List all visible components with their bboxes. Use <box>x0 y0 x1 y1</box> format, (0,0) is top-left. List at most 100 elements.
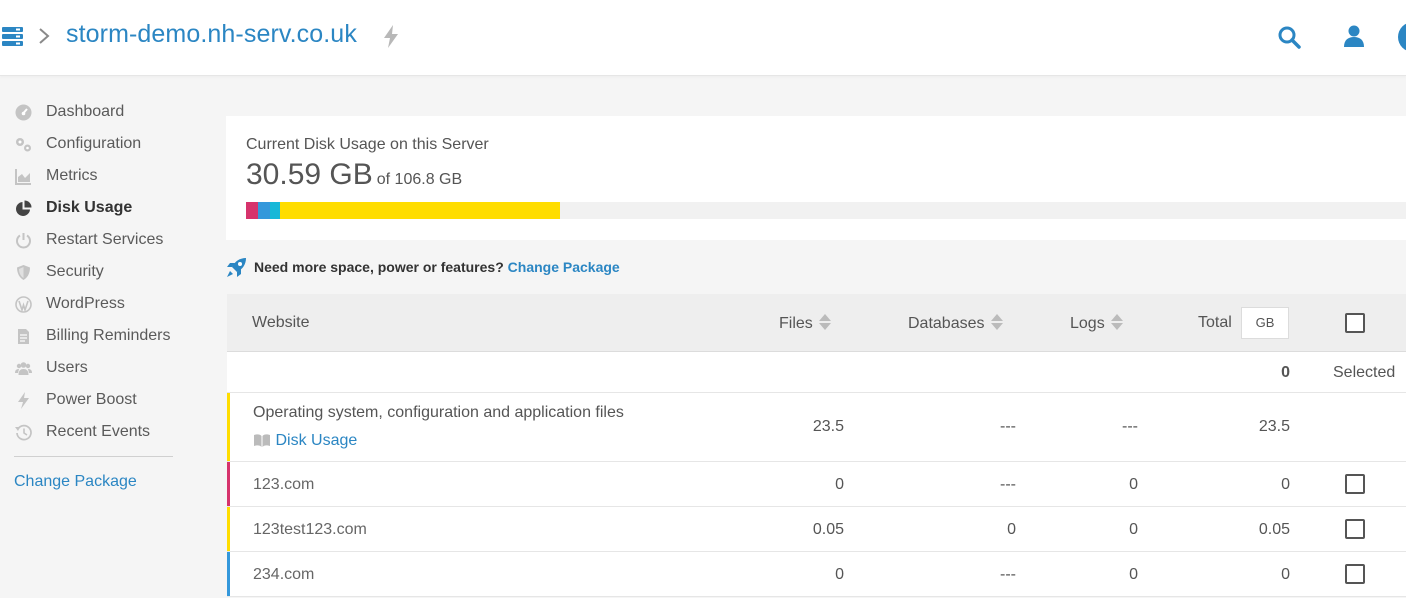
upsell-message: Need more space, power or features? Chan… <box>254 259 620 275</box>
sidebar-item-configuration[interactable]: Configuration <box>14 130 200 158</box>
usage-segment-1 <box>246 202 258 219</box>
sidebar-item-label: Disk Usage <box>46 199 133 216</box>
selected-summary-row: 0 Selected <box>227 352 1406 393</box>
wordpress-icon <box>14 295 32 313</box>
search-icon[interactable] <box>1277 25 1301 49</box>
chevron-right-icon <box>39 28 50 44</box>
cell-logs: 0 <box>1129 566 1138 583</box>
sidebar-item-security[interactable]: Security <box>14 258 200 286</box>
sidebar-item-label: Restart Services <box>46 231 164 248</box>
column-header-website: Website <box>252 314 310 331</box>
disk-used-value: 30.59 GB <box>246 158 373 191</box>
sidebar-item-restart-services[interactable]: Restart Services <box>14 226 200 254</box>
sidebar-item-wordpress[interactable]: WordPress <box>14 290 200 318</box>
sidebar-divider <box>14 456 173 457</box>
cell-databases: --- <box>1000 566 1016 583</box>
cell-databases: 0 <box>1007 521 1016 538</box>
sidebar-item-recent-events[interactable]: Recent Events <box>14 418 200 446</box>
sort-icon[interactable] <box>990 312 1003 332</box>
sidebar-item-billing-reminders[interactable]: Billing Reminders <box>14 322 200 350</box>
cell-files: 0 <box>835 476 844 493</box>
cell-files: 0.05 <box>812 521 844 538</box>
usage-segment-2 <box>258 202 270 219</box>
column-header-total: Total <box>1198 314 1232 331</box>
rocket-icon <box>227 258 246 277</box>
sidebar-item-power-boost[interactable]: Power Boost <box>14 386 200 414</box>
sidebar-item-label: Users <box>46 359 88 376</box>
sidebar-item-users[interactable]: Users <box>14 354 200 382</box>
disk-usage-docs-link[interactable]: Disk Usage <box>253 432 357 450</box>
sidebar-item-disk-usage[interactable]: Disk Usage <box>14 194 200 222</box>
server-name[interactable]: storm-demo.nh-serv.co.uk <box>66 20 357 49</box>
sidebar-item-label: Recent Events <box>46 423 151 440</box>
column-header-files[interactable]: Files <box>779 314 831 334</box>
cell-total: 0 <box>1281 566 1290 583</box>
cell-logs: --- <box>1122 418 1138 435</box>
column-header-label: Files <box>779 315 813 333</box>
usage-segment-3 <box>270 202 280 219</box>
cell-website: 123test123.com <box>253 521 367 538</box>
gears-icon <box>14 135 32 153</box>
shield-icon <box>14 263 32 281</box>
table-row: 123test123.com 0.05 0 0 0.05 <box>227 507 1406 552</box>
row-select-checkbox[interactable] <box>1345 474 1365 494</box>
table-row: 123.com 0 --- 0 0 <box>227 462 1406 507</box>
top-header: storm-demo.nh-serv.co.uk <box>0 0 1406 76</box>
server-icon[interactable] <box>2 26 23 46</box>
sidebar-item-dashboard[interactable]: Dashboard <box>14 98 200 126</box>
cell-files: 0 <box>835 566 844 583</box>
change-package-link[interactable]: Change Package <box>14 473 137 491</box>
disk-usage-bar <box>246 202 1406 219</box>
user-icon[interactable] <box>1343 25 1365 48</box>
cell-logs: 0 <box>1129 476 1138 493</box>
table-row: 234.com 0 --- 0 0 <box>227 552 1406 597</box>
sidebar-item-label: Power Boost <box>46 391 137 408</box>
cell-website: 234.com <box>253 566 315 583</box>
row-color-indicator <box>227 393 230 461</box>
users-icon <box>14 359 32 377</box>
book-icon <box>254 434 270 448</box>
disk-usage-table: Website Files Databases Logs Total GB 0 … <box>227 294 1406 597</box>
cell-total: 0 <box>1281 476 1290 493</box>
disk-usage-card: Current Disk Usage on this Server 30.59 … <box>226 116 1406 240</box>
disk-usage-amount: 30.59 GB of 106.8 GB <box>246 158 462 192</box>
upsell-text: Need more space, power or features? <box>254 259 504 275</box>
upsell-change-package-link[interactable]: Change Package <box>508 259 620 275</box>
column-header-databases[interactable]: Databases <box>908 314 1003 334</box>
cell-logs: 0 <box>1129 521 1138 538</box>
column-header-logs[interactable]: Logs <box>1070 314 1123 334</box>
sidebar-item-label: Billing Reminders <box>46 327 171 344</box>
cell-website: 123.com <box>253 476 315 493</box>
sidebar-item-label: Metrics <box>46 167 98 184</box>
row-color-indicator <box>227 507 230 551</box>
cell-files: 23.5 <box>812 418 844 435</box>
select-all-checkbox[interactable] <box>1345 313 1365 333</box>
sidebar-item-label: Configuration <box>46 135 142 152</box>
history-icon <box>14 423 32 441</box>
pie-chart-icon <box>14 199 32 217</box>
bolt-icon[interactable] <box>382 25 400 48</box>
sort-icon[interactable] <box>818 312 831 332</box>
disk-usage-link-label: Disk Usage <box>275 432 358 449</box>
column-header-label: Databases <box>908 315 985 333</box>
unit-selector[interactable]: GB <box>1241 307 1289 339</box>
help-icon[interactable] <box>1398 22 1406 52</box>
disk-total-value: of 106.8 GB <box>376 171 463 188</box>
row-select-checkbox[interactable] <box>1345 519 1365 539</box>
cell-databases: --- <box>1000 418 1016 435</box>
sort-icon[interactable] <box>1110 312 1123 332</box>
sidebar-item-label: Security <box>46 263 104 280</box>
sidebar-item-metrics[interactable]: Metrics <box>14 162 200 190</box>
selected-count: 0 <box>1281 364 1290 381</box>
usage-segment-4 <box>280 202 560 219</box>
row-color-indicator <box>227 552 230 596</box>
selected-label: Selected <box>1333 364 1396 381</box>
cell-total: 0.05 <box>1258 521 1290 538</box>
disk-usage-title: Current Disk Usage on this Server <box>246 136 489 153</box>
cell-total: 23.5 <box>1258 418 1290 435</box>
row-select-checkbox[interactable] <box>1345 564 1365 584</box>
row-color-indicator <box>227 462 230 506</box>
power-icon <box>14 231 32 249</box>
invoice-icon <box>14 327 32 345</box>
column-header-label: Logs <box>1070 315 1105 333</box>
